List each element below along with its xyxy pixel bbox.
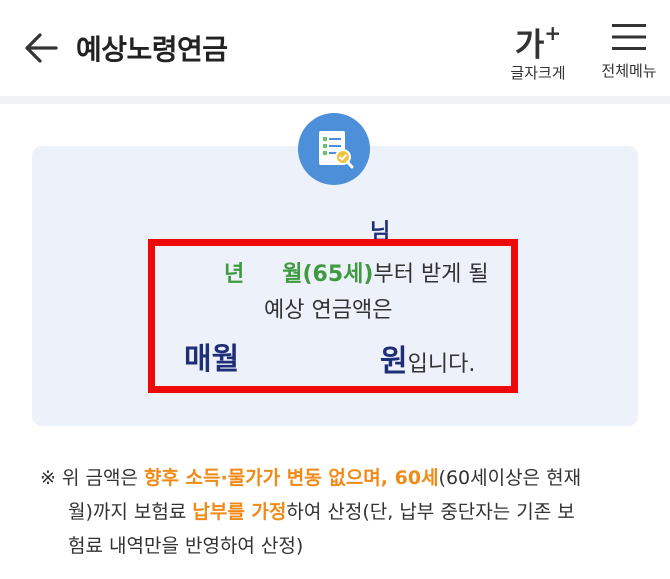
hamburger-menu-icon	[612, 24, 646, 50]
notice-highlight-2: 납부를 가정	[192, 501, 287, 523]
font-size-icon: 가+	[514, 21, 562, 64]
notice-text: ※ 위 금액은 향후 소득·물가가 변동 없으며, 60세(60세이상은 현재 …	[40, 467, 582, 557]
full-menu-label: 전체메뉴	[601, 62, 657, 80]
ipnida-text: 입니다.	[407, 352, 476, 377]
header-divider	[0, 96, 670, 104]
font-size-label: 글자크게	[510, 64, 566, 82]
page-title: 예상노령연금	[76, 33, 228, 66]
notice-highlight-1: 향후 소득·물가가 변동 없으며, 60세	[143, 467, 439, 489]
notice-mark: ※	[40, 467, 56, 489]
start-date-line: 년 월(65세)부터 받게 될	[224, 256, 489, 288]
month-age: 월(65세)	[282, 262, 374, 287]
year-unit: 년	[224, 262, 245, 287]
won-unit: 원	[380, 344, 408, 379]
font-size-button[interactable]: 가+ 글자크게	[500, 14, 576, 90]
back-button[interactable]	[22, 28, 62, 68]
arrow-left-icon	[25, 33, 58, 63]
amount-line: 원입니다.	[380, 336, 475, 380]
expected-amount-text: 예상 연금액은	[264, 298, 393, 323]
app-header: 예상노령연금 가+ 글자크게 전체메뉴	[0, 0, 670, 96]
full-menu-button[interactable]: 전체메뉴	[592, 14, 666, 90]
monthly-label: 매월	[184, 342, 240, 377]
from-receive-text: 부터 받게 될	[373, 262, 489, 287]
document-check-icon	[298, 113, 370, 185]
